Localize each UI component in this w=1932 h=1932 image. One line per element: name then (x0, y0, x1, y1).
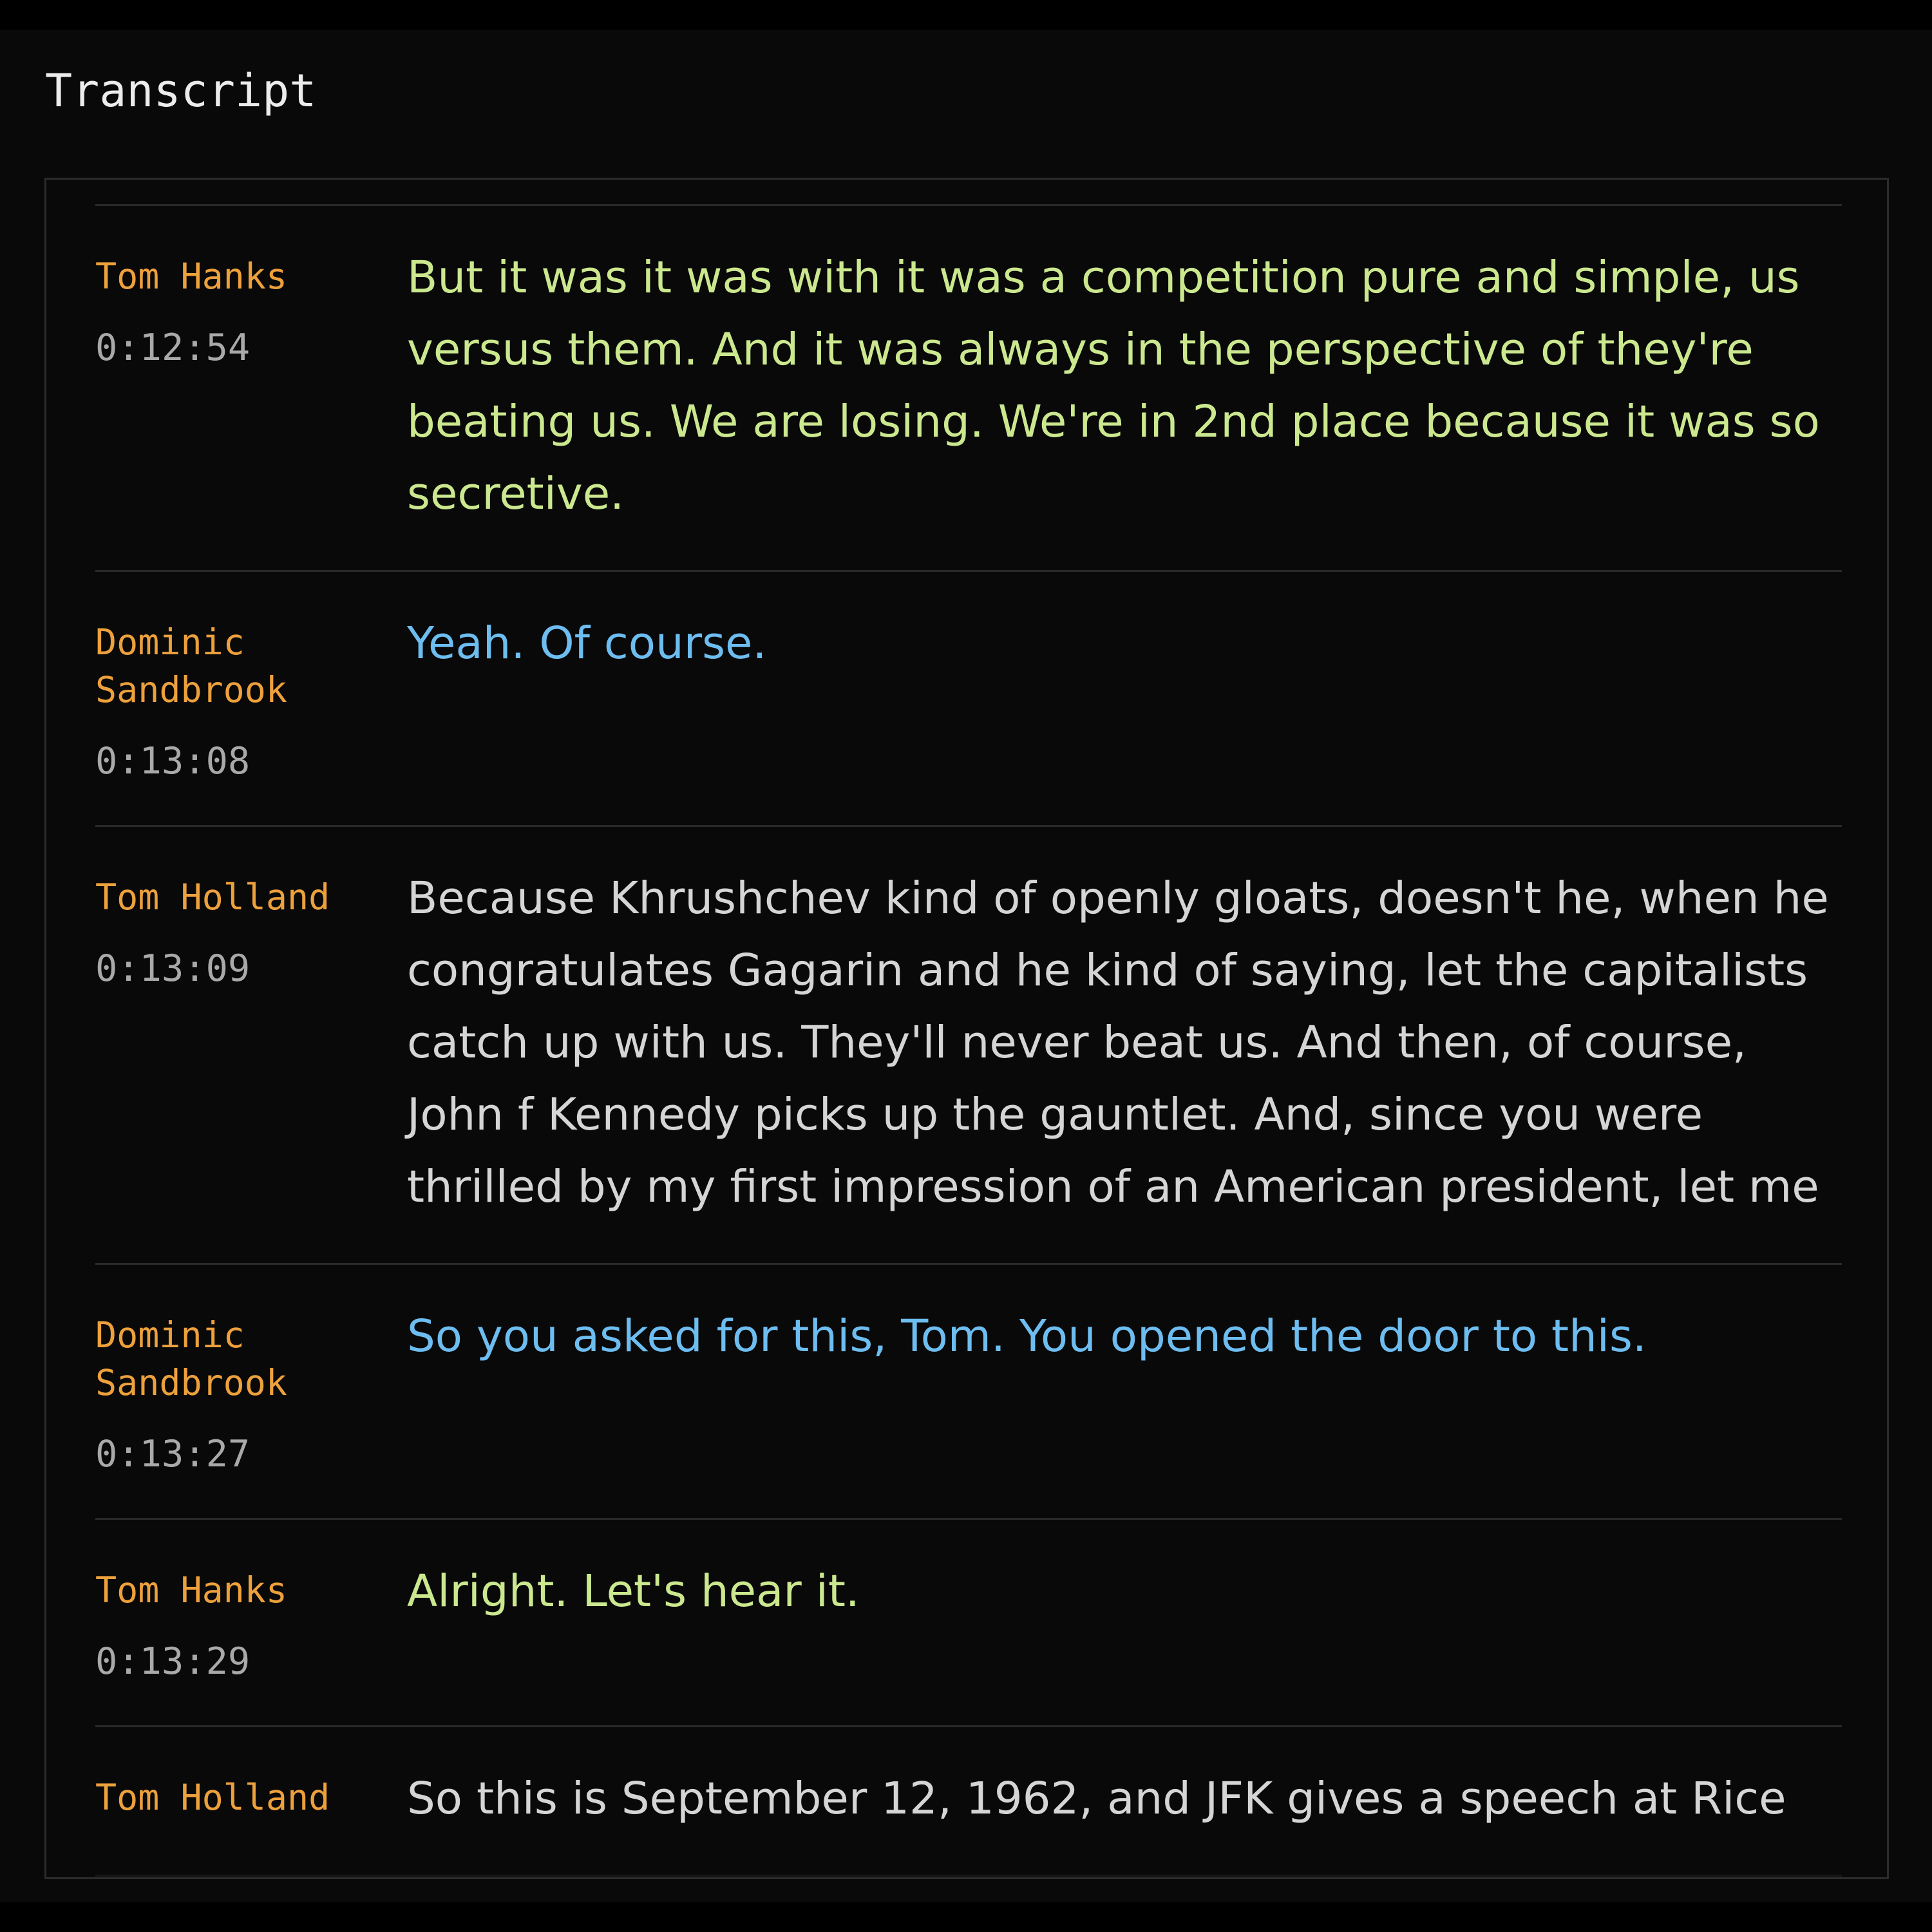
speaker-name: Tom Holland (95, 1777, 330, 1818)
timestamp[interactable]: 0:13:27 (95, 1430, 407, 1478)
entry-meta: Tom Holland (95, 1776, 407, 1835)
transcript-entry[interactable]: Dominic Sandbrook 0:13:27 So you asked for… (95, 1265, 1842, 1520)
utterance-text: Because Khrushchev kind of openly gloats… (407, 873, 1829, 1213)
timestamp[interactable]: 0:13:08 (95, 737, 407, 785)
page-title: Transcript (45, 64, 317, 117)
entry-meta: Tom Holland 0:13:09 (95, 875, 407, 1223)
entry-meta: Tom Hanks 0:13:29 (95, 1568, 407, 1685)
utterance-text: So this is September 12, 1962, and JFK g… (407, 1773, 1786, 1824)
transcript-list: Tom Hanks 0:12:54 But it was it was with i… (95, 204, 1842, 1877)
speaker-name: Dominic Sandbrook (95, 1314, 288, 1403)
entry-meta: Dominic Sandbrook 0:13:08 (95, 620, 407, 785)
timestamp[interactable]: 0:13:09 (95, 945, 407, 992)
speaker-name: Tom Hanks (95, 256, 288, 297)
transcript-entry[interactable]: Tom Holland 0:13:09 Because Khrushchev kin… (95, 827, 1842, 1265)
utterance-text: Alright. Let's hear it. (407, 1566, 860, 1617)
speaker-name: Dominic Sandbrook (95, 621, 288, 710)
utterance-text: Yeah. Of course. (407, 618, 767, 669)
entry-meta: Dominic Sandbrook 0:13:27 (95, 1313, 407, 1478)
transcript-panel[interactable]: Tom Hanks 0:12:54 But it was it was with i… (44, 178, 1889, 1879)
transcript-entry[interactable]: Dominic Sandbrook 0:13:08 Yeah. Of course. (95, 572, 1842, 827)
utterance-text: But it was it was with it was a competit… (407, 252, 1820, 520)
timestamp[interactable]: 0:13:29 (95, 1638, 407, 1685)
entry-meta: Tom Hanks 0:12:54 (95, 254, 407, 530)
timestamp[interactable]: 0:12:54 (95, 324, 407, 372)
transcript-entry[interactable]: Tom Holland So this is September 12, 1962… (95, 1727, 1842, 1877)
transcript-entry[interactable]: Tom Hanks 0:13:29 Alright. Let's hear it. (95, 1520, 1842, 1727)
transcript-entry[interactable]: Tom Hanks 0:12:54 But it was it was with i… (95, 206, 1842, 572)
utterance-text: So you asked for this, Tom. You opened t… (407, 1311, 1647, 1362)
speaker-name: Tom Holland (95, 876, 330, 918)
speaker-name: Tom Hanks (95, 1569, 288, 1611)
